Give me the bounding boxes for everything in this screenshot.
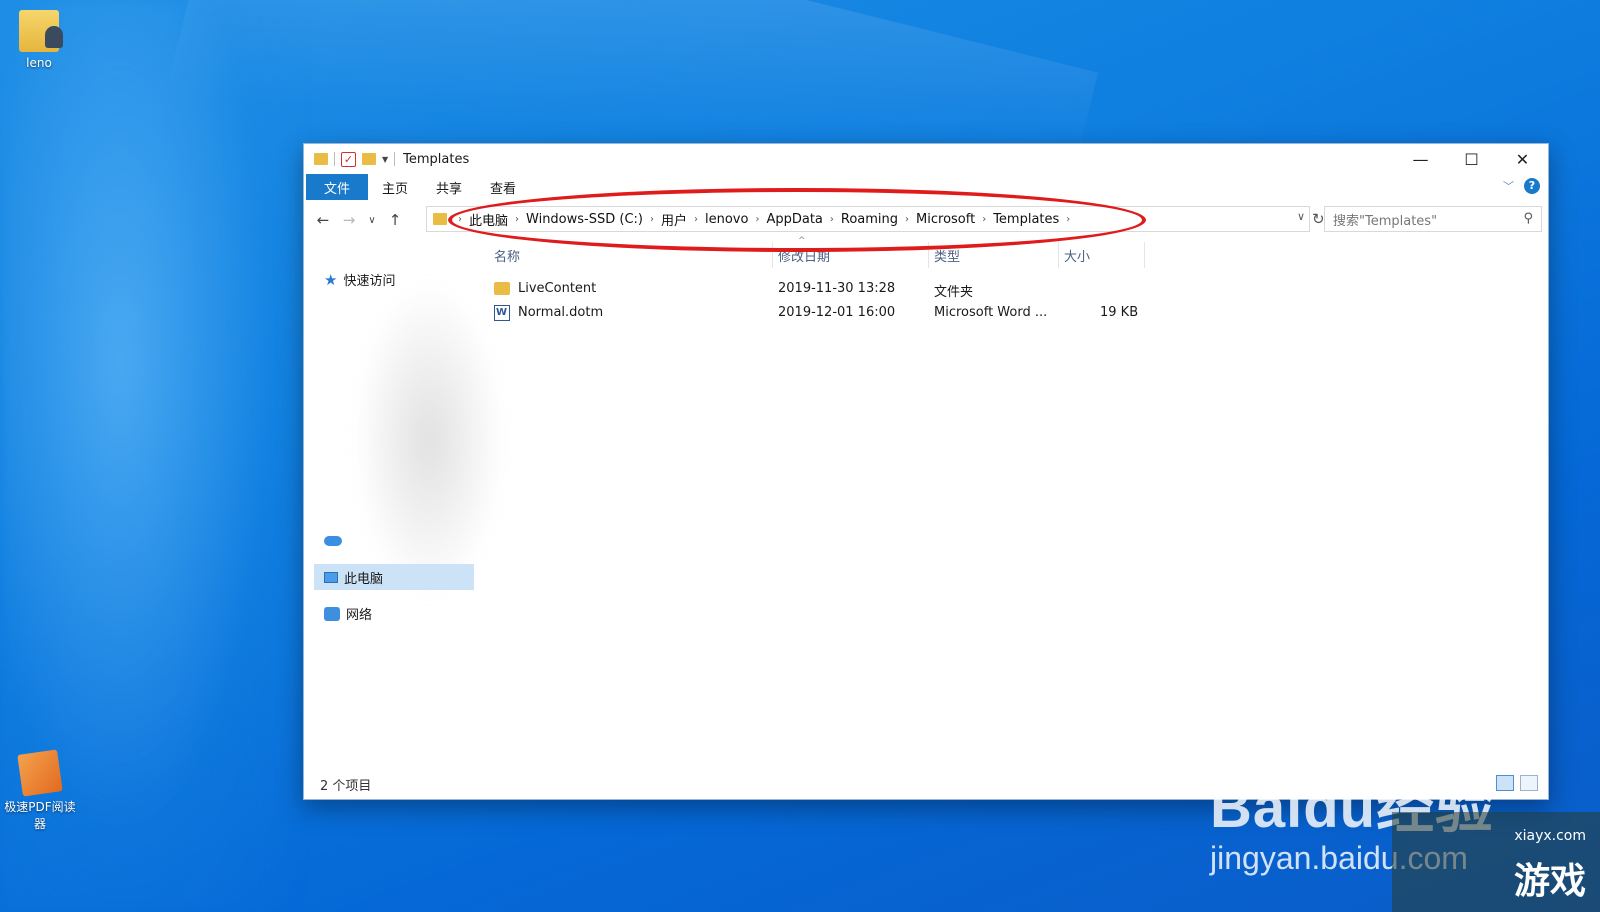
breadcrumb-drive-c[interactable]: Windows-SSD (C:) [522,212,647,227]
word-template-icon [494,305,510,321]
file-type: Microsoft Word ... [934,305,1048,320]
file-list: ^ 名称 修改日期 类型 大小 LiveContent 2019-11-30 1… [480,236,1548,769]
large-icons-view-icon[interactable] [1520,775,1538,791]
desktop-icon-user-folder[interactable]: leno [4,10,74,70]
back-arrow-icon[interactable]: ← [310,211,336,229]
site-logo: xiayx.com 游戏 [1392,812,1600,912]
column-header-modified[interactable]: 修改日期 [778,246,830,265]
crumb-separator: › [458,213,462,225]
navigation-bar: ← → ∨ ↑ › 此电脑 › Windows-SSD (C:) › 用户 › … [304,204,1548,236]
column-header-type[interactable]: 类型 [934,246,960,265]
tab-home[interactable]: 主页 [368,174,422,200]
desktop-icon-pdf-reader[interactable]: 极速PDF阅读器 [0,749,80,832]
network-icon [324,606,340,621]
table-row[interactable]: Normal.dotm 2019-12-01 16:00 Microsoft W… [494,302,1144,324]
breadcrumb-roaming[interactable]: Roaming [837,212,902,227]
forward-arrow-icon[interactable]: → [336,211,362,229]
nav-this-pc[interactable]: 此电脑 [314,564,474,590]
breadcrumb-microsoft[interactable]: Microsoft [912,212,979,227]
file-name: LiveContent [518,281,597,296]
details-view-icon[interactable] [1496,775,1514,791]
new-folder-icon[interactable] [362,153,376,165]
computer-icon [324,571,338,583]
column-divider[interactable] [928,242,929,268]
window-title: Templates [403,151,470,167]
crumb-separator[interactable]: › [647,214,657,225]
maximize-button[interactable]: ☐ [1446,144,1497,174]
file-type: 文件夹 [934,285,974,300]
navigation-pane: ★ 快速访问 此电脑 网络 [304,240,504,769]
crumb-separator[interactable]: › [979,214,989,225]
breadcrumb-templates[interactable]: Templates [989,212,1063,227]
ribbon-tabs: 文件 主页 共享 查看 ﹀ ? [304,174,1548,200]
nav-quick-access[interactable]: ★ 快速访问 [324,270,396,290]
folder-icon [494,282,510,295]
file-modified: 2019-11-30 13:28 [778,281,896,296]
title-bar: ✓ ▼ Templates — ☐ ✕ [304,144,1548,174]
column-divider[interactable] [1144,242,1145,268]
logo-site: xiayx.com [1514,828,1586,844]
nav-network[interactable]: 网络 [324,604,372,623]
minimize-button[interactable]: — [1395,144,1446,174]
table-row[interactable]: LiveContent 2019-11-30 13:28 文件夹 [494,278,1144,300]
column-header-name[interactable]: 名称 [494,246,520,265]
file-modified: 2019-12-01 16:00 [778,305,896,320]
properties-check-icon[interactable]: ✓ [341,151,356,167]
breadcrumb-appdata[interactable]: AppData [762,212,826,227]
nav-onedrive[interactable] [324,536,342,546]
pdf-reader-icon [17,749,63,797]
watermark-url: jingyan.baidu.com [1210,840,1468,876]
address-bar[interactable]: › 此电脑 › Windows-SSD (C:) › 用户 › lenovo ›… [426,206,1310,232]
star-icon: ★ [324,270,338,289]
crumb-separator[interactable]: › [1063,214,1073,225]
view-switcher [1496,775,1538,791]
sort-caret-icon: ^ [798,236,806,246]
tab-share[interactable]: 共享 [422,174,476,200]
breadcrumb-users[interactable]: 用户 [657,210,691,229]
nav-item-label: 网络 [346,608,373,623]
address-history-chevron-icon[interactable]: ∨ [1297,210,1305,223]
status-bar: 2 个项目 [304,769,1548,799]
close-button[interactable]: ✕ [1497,144,1548,174]
search-input[interactable]: 搜索"Templates" ⚲ [1324,206,1542,232]
customize-toolbar-dropdown-icon[interactable]: ▼ [382,155,388,164]
recent-locations-chevron-icon[interactable]: ∨ [362,215,382,226]
column-header-size[interactable]: 大小 [1064,246,1090,265]
nav-item-label: 快速访问 [343,274,396,289]
expand-ribbon-chevron-icon[interactable]: ﹀ [1503,178,1514,194]
user-folder-icon [19,10,63,52]
column-divider[interactable] [1058,242,1059,268]
folder-icon [314,153,328,165]
crumb-separator[interactable]: › [752,214,762,225]
quick-access-toolbar: ✓ ▼ [314,151,396,167]
desktop-icon-label: 极速PDF阅读器 [4,800,76,831]
breadcrumb-this-pc[interactable]: 此电脑 [465,210,512,229]
crumb-separator[interactable]: › [902,214,912,225]
logo-text: 游戏 [1513,861,1586,902]
divider [394,152,396,166]
refresh-icon[interactable]: ↻ [1312,210,1325,228]
breadcrumb-lenovo[interactable]: lenovo [701,212,752,227]
tab-file[interactable]: 文件 [306,174,369,200]
item-count: 2 个项目 [320,778,372,794]
column-divider[interactable] [772,242,773,268]
file-name: Normal.dotm [518,305,604,320]
cloud-icon [324,536,342,546]
desktop-icon-label: leno [26,56,52,70]
window-controls: — ☐ ✕ [1395,144,1548,174]
help-icon[interactable]: ? [1524,178,1540,194]
nav-item-label: 此电脑 [344,571,384,587]
ribbon-right-controls: ﹀ ? [1503,178,1540,194]
file-size: 19 KB [1100,305,1139,320]
file-explorer-window: ✓ ▼ Templates — ☐ ✕ 文件 主页 共享 查看 ﹀ ? ← → … [303,143,1549,800]
crumb-separator[interactable]: › [827,214,837,225]
divider [334,152,335,166]
search-placeholder: 搜索"Templates" [1333,213,1438,229]
up-arrow-icon[interactable]: ↑ [382,211,408,229]
crumb-separator[interactable]: › [691,214,701,225]
crumb-separator[interactable]: › [512,214,522,225]
search-icon[interactable]: ⚲ [1523,211,1533,226]
tab-view[interactable]: 查看 [476,174,530,200]
location-folder-icon [433,213,447,225]
